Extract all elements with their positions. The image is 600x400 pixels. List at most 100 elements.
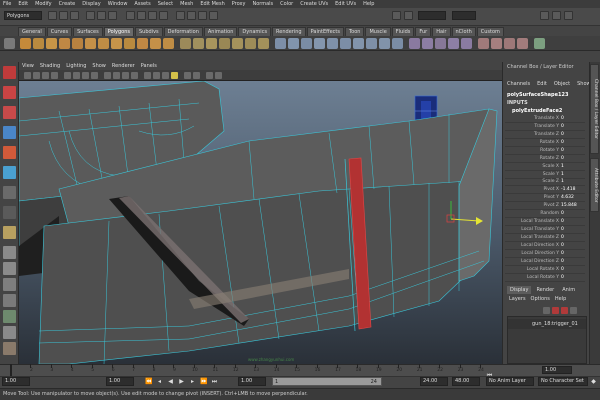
- uv-texture-layout-icon[interactable]: [3, 342, 16, 355]
- smooth-icon[interactable]: [232, 38, 243, 49]
- scale-tool-icon[interactable]: [3, 166, 16, 179]
- attribute-value[interactable]: 0: [561, 148, 585, 153]
- range-start-field[interactable]: 1.00: [238, 377, 266, 386]
- go-to-end-icon[interactable]: ⏭: [211, 378, 218, 385]
- channel-attribute-row[interactable]: Local Direction Z0: [505, 258, 585, 266]
- show-channel-box-icon[interactable]: [564, 11, 573, 20]
- ipr-render-icon[interactable]: [198, 11, 207, 20]
- layer-menu-layers[interactable]: Layers: [509, 296, 526, 302]
- textured-icon[interactable]: [144, 72, 151, 79]
- default-quality-icon[interactable]: [215, 72, 222, 79]
- shelf-tab-rendering[interactable]: Rendering: [272, 27, 306, 36]
- current-time-marker[interactable]: [10, 364, 12, 376]
- combine-icon[interactable]: [180, 38, 191, 49]
- side-tab-channel-box[interactable]: Channel Box / Layer Editor: [590, 64, 599, 154]
- attribute-value[interactable]: 0: [561, 116, 585, 121]
- new-scene-icon[interactable]: [48, 11, 57, 20]
- select-component-icon[interactable]: [108, 11, 117, 20]
- sel-mode-icon[interactable]: [404, 11, 413, 20]
- booleans-icon[interactable]: [219, 38, 230, 49]
- step-back-frame-icon[interactable]: ◂: [156, 378, 163, 385]
- menu-edit-uvs[interactable]: Edit UVs: [335, 0, 356, 8]
- shadows-icon[interactable]: [162, 72, 169, 79]
- poly-pyramid-icon[interactable]: [111, 38, 122, 49]
- uv-editor-icon[interactable]: [409, 38, 420, 49]
- insert-edge-loop-icon[interactable]: [327, 38, 338, 49]
- attribute-value[interactable]: 0: [561, 156, 585, 161]
- shelf-tab-custom[interactable]: Custom: [476, 27, 504, 36]
- cylindrical-mapping-icon[interactable]: [435, 38, 446, 49]
- menu-file[interactable]: File: [3, 0, 11, 8]
- layer-name[interactable]: gun_18:trigger_01: [532, 321, 578, 327]
- channel-attribute-row[interactable]: Translate X0: [505, 115, 585, 123]
- viewport-menu-shading[interactable]: Shading: [40, 63, 60, 69]
- viewport-menu-renderer[interactable]: Renderer: [112, 63, 135, 69]
- shelf-tab-toon[interactable]: Toon: [344, 27, 365, 36]
- shelf-menu-icon[interactable]: [4, 38, 15, 49]
- animation-end-field[interactable]: 48.00: [452, 377, 480, 386]
- menu-normals[interactable]: Normals: [252, 0, 273, 8]
- automatic-mapping-icon[interactable]: [461, 38, 472, 49]
- attribute-value[interactable]: 0: [561, 251, 585, 256]
- menu-color[interactable]: Color: [280, 0, 293, 8]
- snap-plane-icon[interactable]: [159, 11, 168, 20]
- menu-edit-mesh[interactable]: Edit Mesh: [200, 0, 224, 8]
- shelf-tab-surfaces[interactable]: Surfaces: [73, 27, 103, 36]
- shelf-tab-muscle[interactable]: Muscle: [365, 27, 391, 36]
- channel-attribute-row[interactable]: Pivot Z 15.848: [505, 202, 585, 211]
- hud-icon[interactable]: [206, 72, 213, 79]
- history-icon[interactable]: [176, 11, 185, 20]
- rotate-tool-icon[interactable]: [3, 146, 16, 159]
- play-backward-icon[interactable]: ◀: [167, 378, 174, 385]
- single-perspective-layout-icon[interactable]: [3, 226, 16, 239]
- auto-key-icon[interactable]: ◆: [590, 378, 597, 385]
- menu-assets[interactable]: Assets: [134, 0, 150, 8]
- anim-layer-dropdown[interactable]: No Anim Layer: [486, 377, 534, 386]
- selected-shape-name[interactable]: polySurfaceShape123: [507, 92, 568, 98]
- conform-icon[interactable]: [517, 38, 528, 49]
- camera-attributes-icon[interactable]: [33, 72, 40, 79]
- poly-sphere-icon[interactable]: [20, 38, 31, 49]
- poly-cube-icon[interactable]: [33, 38, 44, 49]
- move-tool-icon[interactable]: [3, 126, 16, 139]
- extrude-icon[interactable]: [275, 38, 286, 49]
- channel-attribute-row[interactable]: Rotate X0: [505, 139, 585, 147]
- character-set-dropdown[interactable]: No Character Set: [538, 377, 588, 386]
- resolution-gate-icon[interactable]: [82, 72, 89, 79]
- attribute-value[interactable]: 0: [561, 211, 585, 216]
- grid-toggle-icon[interactable]: [64, 72, 71, 79]
- playback-end-field[interactable]: 24.00: [420, 377, 448, 386]
- channel-attribute-row[interactable]: Rotate Z0: [505, 155, 585, 163]
- step-back-key-icon[interactable]: ⏪: [145, 378, 152, 385]
- shelf-tab-deformation[interactable]: Deformation: [163, 27, 203, 36]
- move-layer-up-icon[interactable]: [543, 307, 550, 314]
- split-polygon-icon[interactable]: [314, 38, 325, 49]
- merge-icon[interactable]: [366, 38, 377, 49]
- xray-joints-icon[interactable]: [193, 72, 200, 79]
- step-forward-key-icon[interactable]: ⏩: [200, 378, 207, 385]
- attribute-value[interactable]: 0: [561, 235, 585, 240]
- attribute-value[interactable]: 1: [561, 172, 585, 177]
- wireframe-icon[interactable]: [104, 72, 111, 79]
- viewport-menu-view[interactable]: View: [22, 63, 34, 69]
- poly-platonic-icon[interactable]: [163, 38, 174, 49]
- attribute-value[interactable]: 0: [561, 267, 585, 272]
- attribute-value[interactable]: 4.632: [561, 195, 585, 200]
- wireframe-on-shaded-icon[interactable]: [122, 72, 129, 79]
- poly-helix-icon[interactable]: [137, 38, 148, 49]
- cb-menu-channels[interactable]: Channels: [507, 81, 530, 87]
- menu-modify[interactable]: Modify: [35, 0, 52, 8]
- viewport-menu-lighting[interactable]: Lighting: [66, 63, 86, 69]
- poly-plane-icon[interactable]: [72, 38, 83, 49]
- layer-tab-anim[interactable]: Anim: [559, 286, 578, 294]
- average-vertices-icon[interactable]: [245, 38, 256, 49]
- poly-cone-icon[interactable]: [59, 38, 70, 49]
- poly-cylinder-icon[interactable]: [46, 38, 57, 49]
- cb-menu-edit[interactable]: Edit: [537, 81, 547, 87]
- snap-grid-icon[interactable]: [126, 11, 135, 20]
- mirror-geometry-icon[interactable]: [258, 38, 269, 49]
- bevel-icon[interactable]: [353, 38, 364, 49]
- shelf-tab-fur[interactable]: Fur: [415, 27, 432, 36]
- graph-editor-layout-icon[interactable]: [3, 326, 16, 339]
- layer-menu-help[interactable]: Help: [555, 296, 566, 302]
